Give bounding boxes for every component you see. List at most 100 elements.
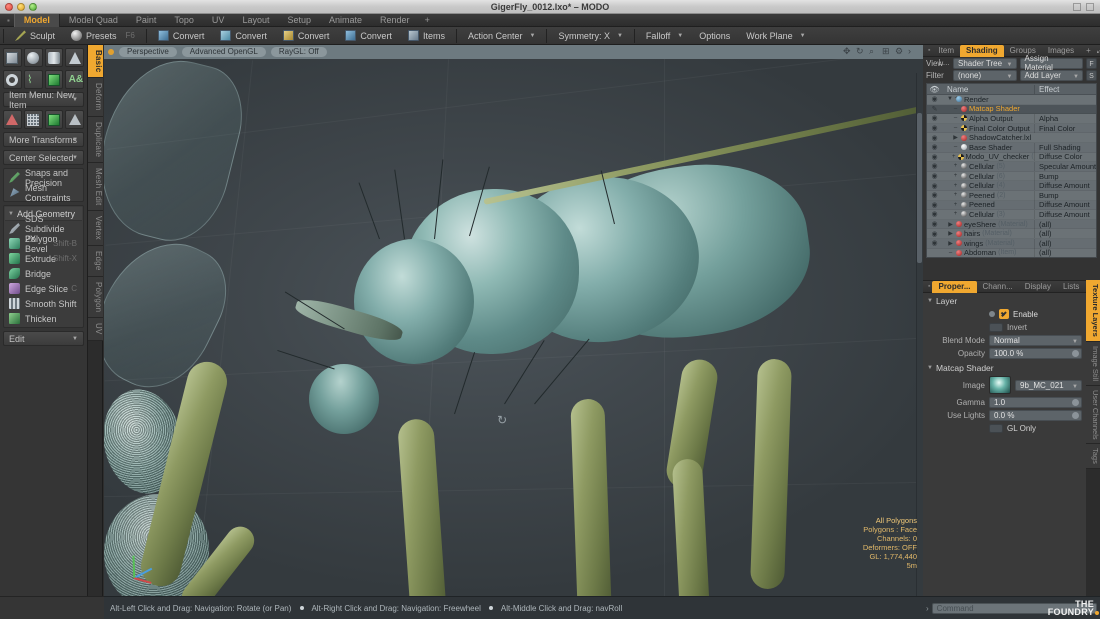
viewport-view-mode-button[interactable]: Perspective bbox=[119, 47, 177, 57]
opacity-spinner[interactable] bbox=[1072, 350, 1079, 357]
eye-icon[interactable]: ◉ bbox=[927, 191, 942, 199]
shader-tree-row[interactable]: –Abdoman (Item)(all) bbox=[927, 249, 1096, 259]
shader-tree-row[interactable]: ◉+Peened (2)Bump bbox=[927, 191, 1096, 201]
text-tool-button[interactable]: A& bbox=[65, 70, 84, 89]
center-selected-dropdown[interactable]: Center Selected ▼ bbox=[3, 150, 84, 165]
use-lights-field[interactable]: 0.0 % bbox=[989, 410, 1082, 421]
eye-icon[interactable]: ◉ bbox=[927, 172, 942, 180]
cone-primitive-button[interactable] bbox=[65, 48, 84, 67]
expander-icon[interactable]: + bbox=[952, 154, 956, 160]
window-right-controls[interactable] bbox=[1073, 3, 1094, 11]
filter-dropdown[interactable]: (none) ▼ bbox=[953, 70, 1017, 81]
eye-icon[interactable]: ◉ bbox=[927, 95, 942, 103]
fly-3d-model[interactable] bbox=[104, 59, 923, 596]
convert-button-4[interactable]: Convert bbox=[337, 28, 400, 44]
falloff-dropdown[interactable]: Falloff ▼ bbox=[638, 28, 691, 44]
eye-icon[interactable]: ◉ bbox=[927, 143, 942, 151]
edit-dropdown[interactable]: Edit ▼ bbox=[3, 331, 84, 346]
shader-tree-row[interactable]: ◉+Modo_UV_checker (im...)Diffuse Color bbox=[927, 153, 1096, 163]
invert-toggle[interactable] bbox=[989, 323, 1003, 332]
rotate-icon[interactable]: ↻ bbox=[856, 47, 865, 56]
eye-icon[interactable]: ◉ bbox=[927, 220, 942, 228]
expander-icon[interactable]: ▶ bbox=[947, 221, 954, 228]
use-lights-spinner[interactable] bbox=[1072, 412, 1079, 419]
matcap-section-header[interactable]: ▼ Matcap Shader bbox=[923, 360, 1086, 374]
tab-item-list[interactable]: Item L... bbox=[932, 45, 960, 57]
symmetry-dropdown[interactable]: Symmetry: X ▼ bbox=[550, 28, 630, 44]
shader-tree-row[interactable]: ◉+Cellular (3)Diffuse Amount bbox=[927, 210, 1096, 220]
vtab-vertex[interactable]: Vertex bbox=[88, 211, 103, 246]
eye-icon[interactable]: ◉ bbox=[927, 210, 942, 218]
brush-icon[interactable]: ✎ bbox=[927, 105, 942, 113]
eye-icon[interactable]: ◉ bbox=[927, 201, 942, 209]
expander-icon[interactable]: + bbox=[952, 192, 959, 198]
smooth-shift-item[interactable]: Smooth Shift bbox=[5, 296, 82, 311]
vtab-duplicate[interactable]: Duplicate bbox=[88, 117, 103, 163]
thicken-item[interactable]: Thicken bbox=[5, 311, 82, 326]
vtab-deform[interactable]: Deform bbox=[88, 78, 103, 116]
rvtab-image-still[interactable]: Image Still bbox=[1086, 342, 1100, 386]
shader-tree-row[interactable]: ◉–Alpha OutputAlpha bbox=[927, 114, 1096, 124]
layout-tab-model-quad[interactable]: Model Quad bbox=[60, 14, 127, 27]
expand-icon[interactable] bbox=[1086, 3, 1094, 11]
shader-tree-row[interactable]: ◉+Cellular (5)Specular Amount bbox=[927, 162, 1096, 172]
more-transforms-dropdown[interactable]: More Transforms ▼ bbox=[3, 132, 84, 147]
gamma-field[interactable]: 1.0 bbox=[989, 397, 1082, 408]
expander-icon[interactable]: + bbox=[952, 183, 959, 189]
shader-tree-row[interactable]: ◉+Cellular (4)Diffuse Amount bbox=[927, 181, 1096, 191]
layout-tab-topo[interactable]: Topo bbox=[165, 14, 203, 27]
item-menu-dropdown[interactable]: Item Menu: New Item ▼ bbox=[3, 92, 84, 107]
zoom-icon[interactable]: ⌕ bbox=[869, 47, 878, 56]
expander-icon[interactable]: – bbox=[952, 106, 959, 112]
vtab-edge[interactable]: Edge bbox=[88, 246, 103, 276]
curve-tool-button[interactable]: ⌇ bbox=[24, 70, 43, 89]
shader-tree-row[interactable]: ◉▼ +Render bbox=[927, 95, 1096, 105]
viewport-nav-controls[interactable]: ✥ ↻ ⌕ ⊞ ⚙ › bbox=[843, 47, 917, 56]
pan-icon[interactable]: ✥ bbox=[843, 47, 852, 56]
enable-checkbox[interactable] bbox=[999, 309, 1009, 319]
work-plane-dropdown[interactable]: Work Plane ▼ bbox=[738, 28, 813, 44]
cylinder-primitive-button[interactable] bbox=[45, 48, 64, 67]
layout-tab-render[interactable]: Render bbox=[371, 14, 419, 27]
shader-tree-row[interactable]: ◉▶eyeShere (Material)(all) bbox=[927, 220, 1096, 230]
grid-tool-button[interactable] bbox=[24, 110, 43, 129]
add-tab-button[interactable]: + bbox=[1080, 45, 1097, 57]
add-layer-dropdown[interactable]: Add Layer ▼ bbox=[1020, 70, 1084, 81]
gamma-spinner[interactable] bbox=[1072, 399, 1079, 406]
layout-tab-setup[interactable]: Setup bbox=[278, 14, 320, 27]
expander-icon[interactable]: – bbox=[952, 144, 959, 150]
assign-material-shortcut[interactable]: F bbox=[1086, 58, 1097, 69]
shader-tree-row[interactable]: ◉▶wings (Material)(all) bbox=[927, 239, 1096, 249]
convert-button-3[interactable]: Convert bbox=[275, 28, 338, 44]
gl-only-toggle[interactable] bbox=[989, 424, 1003, 433]
eye-icon[interactable]: ◉ bbox=[927, 114, 942, 122]
extrude-item[interactable]: Extrude Shift-X bbox=[5, 251, 82, 266]
layout-tab-animate[interactable]: Animate bbox=[320, 14, 371, 27]
restore-icon[interactable] bbox=[1073, 3, 1081, 11]
shader-tree-rows[interactable]: ◉▼ +Render✎–Matcap Shader◉–Alpha OutputA… bbox=[927, 95, 1096, 258]
sculpt-button[interactable]: Sculpt bbox=[7, 28, 63, 44]
viewport-shading-button[interactable]: Advanced OpenGL bbox=[182, 47, 266, 57]
rvtab-texture-layers[interactable]: Texture Layers bbox=[1086, 280, 1100, 342]
shader-tree-row[interactable]: ◉▶hairs (Material)(all) bbox=[927, 229, 1096, 239]
viewport-raygl-button[interactable]: RayGL: Off bbox=[271, 47, 327, 57]
layout-tab-layout[interactable]: Layout bbox=[233, 14, 278, 27]
viewport-scrollbar[interactable] bbox=[916, 73, 923, 596]
polygon-bevel-item[interactable]: Polygon Bevel Shift-B bbox=[5, 236, 82, 251]
items-button[interactable]: Items bbox=[400, 28, 453, 44]
bridge-item[interactable]: Bridge bbox=[5, 266, 82, 281]
left-vertical-tab-strip[interactable]: Basic Deform Duplicate Mesh Edit Vertex … bbox=[88, 45, 103, 619]
eye-icon[interactable]: ◉ bbox=[927, 182, 942, 190]
expander-icon[interactable]: ▶ bbox=[952, 134, 959, 141]
expander-icon[interactable]: + bbox=[952, 173, 959, 179]
properties-tab-bar[interactable]: ▪ Proper... Chann... Display Lists + ⤢ ⚙… bbox=[923, 281, 1086, 293]
scale-tool-button[interactable] bbox=[45, 110, 64, 129]
options-button[interactable]: Options bbox=[691, 28, 738, 44]
enable-radio[interactable] bbox=[989, 311, 995, 317]
more-icon[interactable]: › bbox=[908, 47, 917, 56]
vtab-uv[interactable]: UV bbox=[88, 318, 103, 341]
action-center-dropdown[interactable]: Action Center ▼ bbox=[460, 28, 543, 44]
presets-button[interactable]: Presets F6 bbox=[63, 28, 143, 44]
tab-lists[interactable]: Lists bbox=[1057, 281, 1085, 293]
assign-material-button[interactable]: Assign Material bbox=[1020, 58, 1084, 69]
